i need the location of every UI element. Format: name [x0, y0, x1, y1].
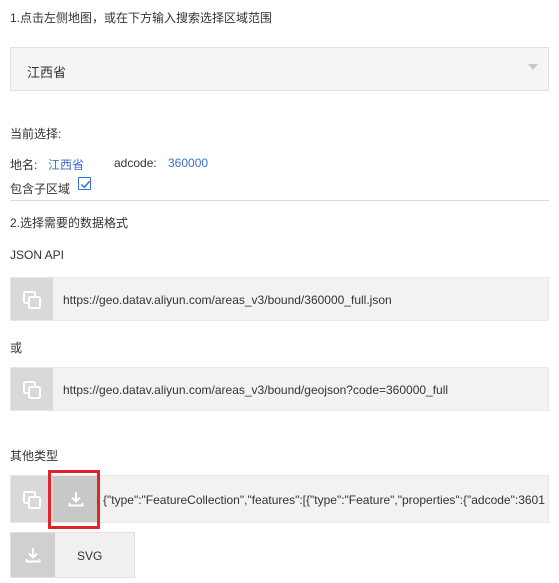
- svg-button-label: SVG: [77, 549, 103, 563]
- place-value: 江西省: [48, 158, 85, 172]
- copy-icon: [23, 381, 41, 399]
- region-select-value: 江西省: [27, 65, 67, 80]
- download-svg-button[interactable]: SVG: [10, 532, 135, 578]
- copy-icon: [23, 491, 41, 509]
- adcode-label: adcode:: [114, 156, 157, 170]
- check-icon: [80, 180, 91, 189]
- download-svg-icon-area: [11, 533, 55, 577]
- include-children-checkbox[interactable]: [78, 177, 91, 190]
- step2-instruction: 2.选择需要的数据格式: [10, 216, 129, 230]
- adcode-value: 360000: [168, 156, 209, 170]
- url-row-geojson: https://geo.datav.aliyun.com/areas_v3/bo…: [10, 367, 549, 411]
- download-highlight: [48, 470, 100, 529]
- place-label: 地名:: [10, 158, 38, 172]
- copy-url-geojson-button[interactable]: [11, 368, 53, 410]
- region-select[interactable]: 江西省: [10, 47, 549, 91]
- url-full-text[interactable]: https://geo.datav.aliyun.com/areas_v3/bo…: [63, 293, 392, 307]
- step1-instruction: 1.点击左侧地图，或在下方输入搜索选择区域范围: [10, 11, 273, 25]
- download-icon: [25, 548, 41, 563]
- current-selection-heading: 当前选择:: [10, 127, 62, 141]
- copy-geojson-button[interactable]: [11, 476, 53, 522]
- include-children-label: 包含子区域: [10, 182, 71, 196]
- url-row-full: https://geo.datav.aliyun.com/areas_v3/bo…: [10, 277, 549, 321]
- geojson-preview-text: {"type":"FeatureCollection","features":[…: [103, 493, 545, 507]
- or-label: 或: [10, 341, 23, 355]
- chevron-down-icon: [528, 64, 538, 70]
- url-geojson-text[interactable]: https://geo.datav.aliyun.com/areas_v3/bo…: [63, 383, 448, 397]
- other-types-heading: 其他类型: [10, 449, 59, 463]
- json-api-heading: JSON API: [10, 248, 65, 262]
- copy-icon: [23, 291, 41, 309]
- divider: [10, 200, 549, 201]
- copy-url-full-button[interactable]: [11, 278, 53, 320]
